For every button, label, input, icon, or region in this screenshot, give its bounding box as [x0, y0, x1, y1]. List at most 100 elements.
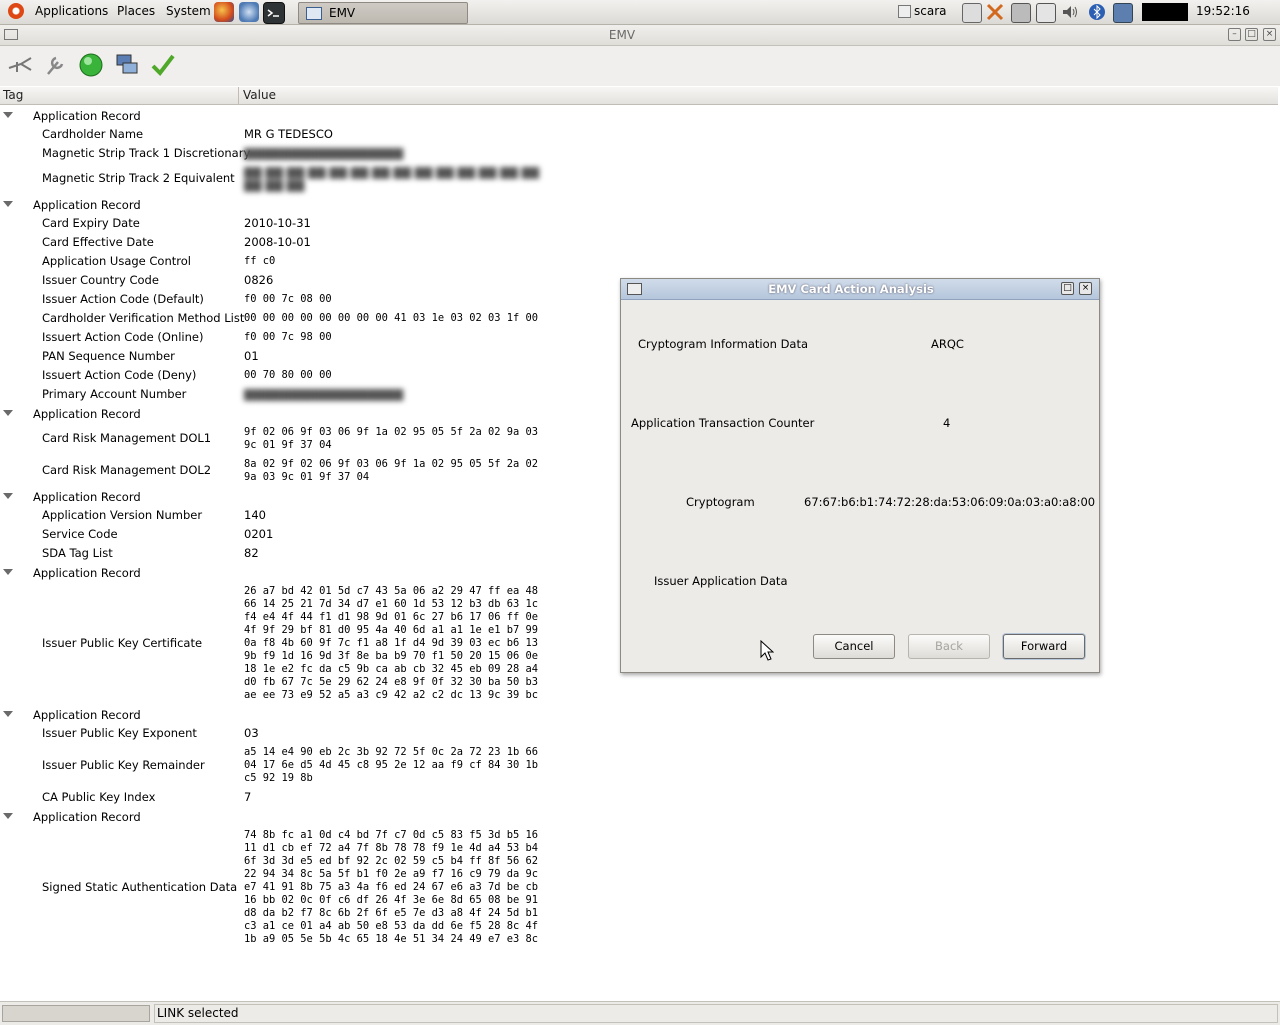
- group-label: Application Record: [33, 566, 141, 580]
- tag-value: 0826: [244, 273, 274, 287]
- tree-item-row[interactable]: Issuer Public Key Exponent 03: [0, 724, 1280, 743]
- minimize-button[interactable]: –: [1228, 28, 1241, 41]
- plug-icon[interactable]: [5, 50, 35, 80]
- disk-icon[interactable]: [962, 3, 982, 23]
- expander-down-icon[interactable]: [3, 112, 13, 118]
- tree-item-row[interactable]: Signed Static Authentication Data 74 8b f…: [0, 826, 1280, 949]
- tag-label: Issuer Country Code: [42, 272, 159, 287]
- maximize-button[interactable]: □: [1245, 28, 1258, 41]
- tag-value: 9f 02 06 9f 03 06 9f 1a 02 95 05 5f 2a 0…: [244, 426, 539, 451]
- group-label: Application Record: [33, 708, 141, 722]
- tag-label: Cardholder Name: [42, 126, 144, 141]
- back-button[interactable]: Back: [908, 634, 990, 659]
- tag-label: CA Public Key Index: [42, 789, 156, 804]
- column-separator[interactable]: [238, 87, 239, 104]
- tree-group-row[interactable]: Application Record: [0, 195, 1280, 214]
- dialog-title: EMV Card Action Analysis: [768, 282, 934, 296]
- column-value[interactable]: Value: [243, 88, 276, 102]
- tree-item-row[interactable]: Issuer Public Key Remainder a5 14 e4 90 e…: [0, 743, 1280, 788]
- cancel-button[interactable]: Cancel: [813, 634, 895, 659]
- tag-label: Cardholder Verification Method List: [42, 310, 245, 325]
- applications-menu[interactable]: Applications: [35, 4, 108, 18]
- tree-item-row[interactable]: CA Public Key Index 7: [0, 788, 1280, 807]
- atc-label: Application Transaction Counter: [631, 416, 815, 430]
- terminal-icon[interactable]: [263, 2, 285, 24]
- connect-status-icon[interactable]: [76, 50, 106, 80]
- tag-value: 00 70 80 00 00: [244, 369, 332, 381]
- tag-value: f0 00 7c 08 00: [244, 293, 332, 305]
- cid-label: Cryptogram Information Data: [638, 337, 809, 351]
- tree-group-row[interactable]: Application Record: [0, 705, 1280, 724]
- printer-icon[interactable]: [1011, 3, 1031, 23]
- tag-value: 7: [244, 790, 252, 804]
- tag-label: Primary Account Number: [42, 386, 187, 401]
- redacted-value: ▇▇▇▇▇▇▇▇▇▇▇▇▇▇▇▇▇▇: [244, 146, 404, 160]
- tree-item-row[interactable]: Card Effective Date 2008-10-01: [0, 233, 1280, 252]
- redacted-value: ▇▇▇▇▇▇▇▇▇▇▇▇▇▇▇▇▇▇: [244, 387, 404, 401]
- expander-down-icon[interactable]: [3, 813, 13, 819]
- tag-label: Issuer Public Key Exponent: [42, 725, 197, 740]
- system-monitor-graph[interactable]: [1142, 3, 1188, 21]
- tree-item-row[interactable]: Magnetic Strip Track 2 Equivalent ▇▇ ▇▇ ▇…: [0, 163, 1280, 195]
- dialog-titlebar[interactable]: EMV Card Action Analysis □ ×: [621, 279, 1099, 300]
- network-error-icon[interactable]: [986, 3, 1004, 21]
- cryptogram-label: Cryptogram: [686, 495, 755, 509]
- dialog-close-button[interactable]: ×: [1079, 282, 1092, 295]
- tree-item-row[interactable]: Cardholder Name MR G TEDESCO: [0, 125, 1280, 144]
- expander-down-icon[interactable]: [3, 569, 13, 575]
- status-bar: LINK selected: [0, 1001, 1280, 1025]
- tag-value: 26 a7 bd 42 01 5d c7 43 5a 06 a2 29 47 f…: [244, 585, 539, 701]
- tag-value: 140: [244, 508, 266, 522]
- column-tag[interactable]: Tag: [3, 88, 23, 102]
- network-computer-icon[interactable]: [112, 50, 142, 80]
- tag-label: PAN Sequence Number: [42, 348, 175, 363]
- places-menu[interactable]: Places: [117, 4, 155, 18]
- atc-value: 4: [943, 416, 951, 430]
- tag-value: 0201: [244, 527, 274, 541]
- system-menu[interactable]: System: [166, 4, 211, 18]
- tag-value: 2010-10-31: [244, 216, 311, 230]
- tree-item-row[interactable]: Magnetic Strip Track 1 Discretionary ▇▇▇▇…: [0, 144, 1280, 163]
- tag-value: 03: [244, 726, 259, 740]
- top-panel: Applications Places System EMV scara 19:…: [0, 0, 1280, 25]
- group-label: Application Record: [33, 109, 141, 123]
- ubuntu-logo-icon[interactable]: [8, 3, 24, 19]
- tree-item-row[interactable]: Card Expiry Date 2010-10-31: [0, 214, 1280, 233]
- tag-value: 8a 02 9f 02 06 9f 03 06 9f 1a 02 95 05 5…: [244, 458, 539, 483]
- volume-icon[interactable]: [1061, 3, 1079, 21]
- tag-label: Card Expiry Date: [42, 215, 140, 230]
- clock[interactable]: 19:52:16: [1196, 4, 1250, 18]
- forward-button[interactable]: Forward: [1003, 634, 1085, 659]
- expander-down-icon[interactable]: [3, 201, 13, 207]
- mail-client-icon[interactable]: [239, 2, 259, 22]
- expander-down-icon[interactable]: [3, 410, 13, 416]
- tree-group-row[interactable]: Application Record: [0, 807, 1280, 826]
- group-label: Application Record: [33, 810, 141, 824]
- tag-value: 74 8b fc a1 0d c4 bd 7f c7 0d c5 83 f5 3…: [244, 829, 539, 945]
- toolbar: [0, 46, 1280, 86]
- tag-label: SDA Tag List: [42, 545, 113, 560]
- tag-value: 82: [244, 546, 259, 560]
- close-button[interactable]: ×: [1263, 28, 1276, 41]
- expander-down-icon[interactable]: [3, 493, 13, 499]
- tag-label: Service Code: [42, 526, 118, 541]
- expander-down-icon[interactable]: [3, 711, 13, 717]
- tree-item-row[interactable]: Application Usage Control ff c0: [0, 252, 1280, 271]
- checkmark-icon[interactable]: [148, 50, 178, 80]
- tag-value: 01: [244, 349, 259, 363]
- dialog-maximize-button[interactable]: □: [1061, 282, 1074, 295]
- tree-group-row[interactable]: Application Record: [0, 106, 1280, 125]
- tag-label: Issuer Public Key Certificate: [42, 635, 203, 650]
- tag-label: Application Version Number: [42, 507, 203, 522]
- workspace-switcher-icon[interactable]: [1113, 3, 1133, 23]
- tools-icon[interactable]: [40, 50, 70, 80]
- screenshot-icon[interactable]: [1036, 3, 1056, 23]
- user-status-checkbox[interactable]: [898, 5, 911, 18]
- tag-value: a5 14 e4 90 eb 2c 3b 92 72 5f 0c 2a 72 2…: [244, 746, 539, 784]
- tag-label: Issuer Public Key Remainder: [42, 757, 205, 772]
- taskbar-item-emv[interactable]: EMV: [298, 2, 468, 24]
- tag-label: Issuer Action Code (Default): [42, 291, 204, 306]
- bluetooth-icon[interactable]: [1088, 3, 1106, 21]
- firefox-icon[interactable]: [214, 2, 234, 22]
- window-titlebar[interactable]: EMV – □ ×: [0, 25, 1280, 46]
